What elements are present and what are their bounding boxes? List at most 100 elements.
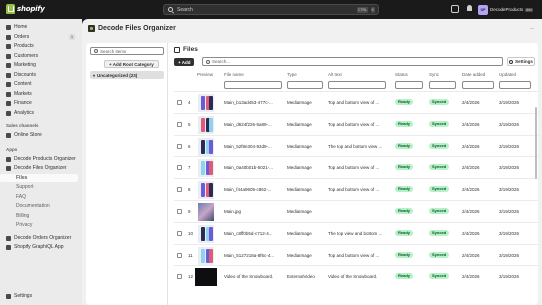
table-row[interactable]: 4 Main_b13ad453-477c-... MediaImage Top and… bbox=[174, 91, 538, 113]
row-checkbox[interactable] bbox=[177, 187, 182, 193]
store-menu[interactable]: DP DecodeProducts dev bbox=[478, 4, 533, 15]
nav-app-decode-files[interactable]: Decode Files Organizer bbox=[3, 164, 78, 172]
nav-app-decode-products[interactable]: Decode Products Organizer bbox=[3, 155, 78, 163]
filter-type[interactable] bbox=[287, 81, 323, 89]
search-icon bbox=[168, 7, 173, 12]
nav-content[interactable]: Content bbox=[3, 80, 78, 88]
phone-shape bbox=[201, 226, 205, 241]
gear-icon bbox=[6, 293, 11, 299]
date-added-cell: 2/4/2026 bbox=[462, 187, 480, 193]
sales-channels-heading[interactable]: Sales channels bbox=[6, 123, 39, 128]
table-row[interactable]: 8 Main_f44a9605-c862-... MediaImage Top and… bbox=[174, 178, 538, 200]
nav-customers[interactable]: Customers bbox=[3, 52, 78, 60]
nav-sub-faq[interactable]: FAQ bbox=[3, 193, 78, 201]
date-added-cell: 2/4/2026 bbox=[462, 252, 480, 258]
file-thumbnail[interactable] bbox=[198, 203, 214, 221]
nav-orders[interactable]: Orders 1 bbox=[3, 33, 78, 41]
date-added-cell: 2/4/2026 bbox=[462, 165, 480, 171]
table-row[interactable]: 5 Main_d624f226-5a89-... MediaImage Top and… bbox=[174, 112, 538, 135]
search-icon bbox=[94, 49, 98, 53]
add-file-button[interactable]: + Add bbox=[174, 58, 195, 66]
nav-home[interactable]: Home bbox=[3, 23, 78, 31]
col-header-date-added[interactable]: Date added bbox=[462, 72, 485, 77]
file-thumbnail[interactable] bbox=[195, 268, 217, 287]
more-actions-icon[interactable]: ··· bbox=[528, 27, 536, 33]
status-badge: Ready bbox=[395, 208, 414, 214]
nav-label: Shopify GraphiQL App bbox=[14, 244, 64, 250]
table-scrollbar[interactable] bbox=[535, 107, 537, 179]
nav-settings[interactable]: Settings bbox=[3, 292, 78, 300]
nav-sub-privacy[interactable]: Privacy bbox=[3, 221, 78, 229]
filter-status[interactable] bbox=[395, 81, 423, 89]
nav-analytics[interactable]: Analytics bbox=[3, 109, 78, 117]
app-icon bbox=[6, 156, 11, 162]
row-checkbox[interactable] bbox=[177, 165, 182, 171]
file-thumbnail[interactable] bbox=[198, 246, 214, 265]
row-number: 6 bbox=[188, 143, 191, 149]
nav-discounts[interactable]: Discounts bbox=[3, 71, 78, 79]
nav-products[interactable]: Products bbox=[3, 42, 78, 50]
apps-icon[interactable] bbox=[451, 5, 459, 13]
filter-file-name[interactable] bbox=[224, 81, 282, 89]
col-header-alt-text[interactable]: Alt text bbox=[328, 72, 342, 77]
col-header-file-name[interactable]: File name bbox=[224, 72, 244, 77]
tree-search-input[interactable]: Search items bbox=[90, 47, 164, 55]
row-checkbox[interactable] bbox=[177, 121, 182, 127]
nav-online-store[interactable]: Online Store bbox=[3, 131, 78, 139]
row-checkbox[interactable] bbox=[177, 100, 182, 105]
row-number: 7 bbox=[188, 165, 191, 171]
row-checkbox[interactable] bbox=[177, 143, 182, 149]
file-name-cell: Main_0a40b01b-5021-... bbox=[224, 165, 274, 171]
nav-finance[interactable]: Finance bbox=[3, 99, 78, 107]
alt-text-cell: Top and bottom view of ... bbox=[328, 187, 380, 193]
table-row[interactable]: 12 Video of the Snowboard. ExternalVideo Vi… bbox=[174, 265, 538, 287]
updated-cell: 3/19/2026 bbox=[499, 100, 520, 105]
filter-updated[interactable] bbox=[499, 81, 531, 89]
table-row[interactable]: 7 Main_0a40b01b-5021-... MediaImage Top and… bbox=[174, 156, 538, 178]
row-checkbox[interactable] bbox=[177, 209, 182, 214]
add-root-category-button[interactable]: + Add Root Category bbox=[104, 60, 159, 68]
file-thumbnail[interactable] bbox=[198, 137, 214, 156]
file-thumbnail[interactable] bbox=[198, 115, 214, 134]
filter-alt-text[interactable] bbox=[328, 81, 386, 89]
table-row[interactable]: 10 Main_c8ff0b5d-c712-4... MediaImage The t… bbox=[174, 221, 538, 244]
file-thumbnail[interactable] bbox=[198, 181, 214, 200]
nav-marketing[interactable]: Marketing bbox=[3, 61, 78, 69]
col-header-type[interactable]: Type bbox=[287, 72, 297, 77]
nav-sub-support[interactable]: Support bbox=[3, 183, 78, 191]
table-row[interactable]: 6 Main_52f8e304-92d9-... MediaImage The top… bbox=[174, 134, 538, 157]
nav-app-graphiql[interactable]: Shopify GraphiQL App bbox=[3, 243, 78, 251]
file-thumbnail[interactable] bbox=[198, 224, 214, 243]
orders-count-badge: 1 bbox=[69, 34, 75, 40]
col-header-preview[interactable]: Preview bbox=[197, 72, 213, 77]
file-search-input[interactable]: Search... bbox=[202, 57, 503, 66]
row-checkbox[interactable] bbox=[177, 230, 182, 236]
folder-uncategorized[interactable]: ▾ Uncategorized (23) bbox=[90, 71, 164, 79]
apps-heading[interactable]: Apps bbox=[6, 147, 17, 152]
row-checkbox[interactable] bbox=[177, 252, 182, 258]
shopify-logo[interactable]: shopify bbox=[6, 4, 45, 14]
filter-date-added[interactable] bbox=[462, 81, 494, 89]
col-header-status[interactable]: Status bbox=[395, 72, 408, 77]
file-thumbnail[interactable] bbox=[198, 159, 214, 178]
top-bar: shopify Search CTRL K DP DecodeProducts … bbox=[0, 0, 542, 19]
settings-button[interactable]: Settings bbox=[507, 57, 535, 66]
bell-icon[interactable] bbox=[466, 5, 474, 13]
store-icon bbox=[6, 132, 11, 138]
filter-sync[interactable] bbox=[429, 81, 456, 89]
col-header-sync[interactable]: Sync bbox=[429, 72, 439, 77]
table-row[interactable]: 9 Main.jpg MediaImage 2/4/2026 3/19/2026 Read… bbox=[174, 200, 538, 222]
nav-sub-billing[interactable]: Billing bbox=[3, 212, 78, 220]
nav-sub-files[interactable]: Files bbox=[0, 174, 78, 182]
nav-sub-documentation[interactable]: Documentation bbox=[3, 202, 78, 210]
nav-app-decode-orders[interactable]: Decode Orders Organizer bbox=[3, 234, 78, 242]
nav-markets[interactable]: Markets bbox=[3, 90, 78, 98]
table-row[interactable]: 11 Main_5127218a-8f6c-4... MediaImage Top a… bbox=[174, 243, 538, 266]
row-checkbox[interactable] bbox=[177, 274, 182, 280]
sync-badge: Synced bbox=[429, 120, 450, 127]
alt-text-cell: Top and bottom view of ... bbox=[328, 121, 380, 127]
global-search-input[interactable]: Search CTRL K bbox=[163, 4, 379, 15]
col-header-updated[interactable]: Updated bbox=[499, 72, 516, 77]
file-name-cell: Main_b13ad453-477c-... bbox=[224, 100, 273, 105]
file-thumbnail[interactable] bbox=[198, 94, 214, 112]
